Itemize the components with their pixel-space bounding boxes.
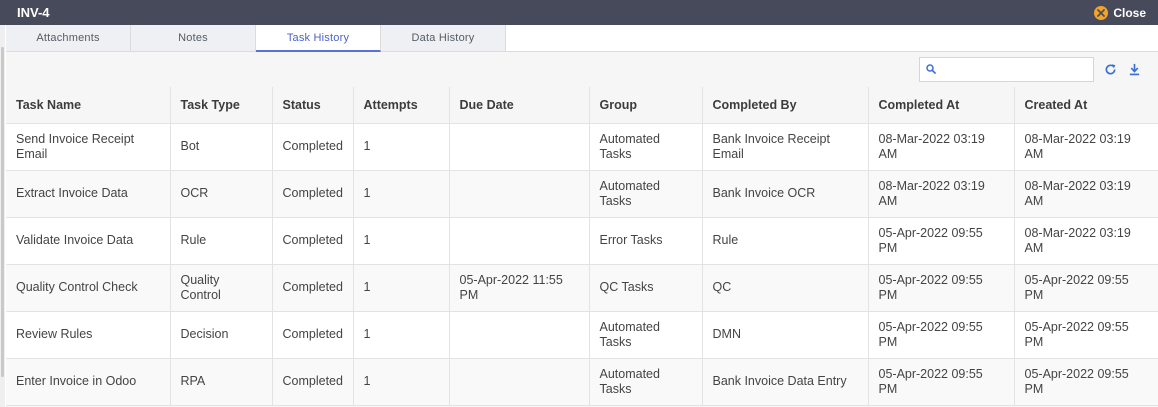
cell-created-at: 08-Mar-2022 03:19 AM [1014,217,1158,265]
cell-attempts: 1 [353,170,450,218]
cell-group: Automated Tasks [589,170,703,218]
column-header[interactable]: Task Name [6,87,171,124]
column-header[interactable]: Due Date [449,87,590,124]
cell-status: Completed [272,311,354,359]
cell-task-type: Quality Control [170,264,273,312]
cell-completed-by: Bank Invoice Receipt Email [702,123,869,171]
cell-attempts: 1 [353,311,450,359]
cell-status: Completed [272,264,354,312]
cell-due-date: 05-Apr-2022 11:55 PM [449,264,590,312]
column-header[interactable]: Completed At [868,87,1015,124]
column-header[interactable]: Group [589,87,703,124]
column-header[interactable]: Attempts [353,87,450,124]
cell-completed-by: Rule [702,217,869,265]
column-header[interactable]: Completed By [702,87,869,124]
cell-completed-at: 05-Apr-2022 09:55 PM [868,311,1015,359]
cell-completed-at: 08-Mar-2022 03:19 AM [868,123,1015,171]
cell-group: Error Tasks [589,217,703,265]
close-label: Close [1113,5,1146,20]
table-header-row: Task Name Task Type Status Attempts Due … [6,87,1158,124]
cell-due-date [449,358,590,406]
cell-completed-by: Bank Invoice Data Entry [702,358,869,406]
column-header[interactable]: Status [272,87,354,124]
tab-notes[interactable]: Notes [131,25,256,51]
cell-attempts: 1 [353,264,450,312]
table-row[interactable]: Enter Invoice in Odoo RPA Completed 1 Au… [6,358,1158,406]
tab-data-history[interactable]: Data History [381,25,506,51]
cell-attempts: 1 [353,217,450,265]
download-icon [1129,63,1139,76]
refresh-icon [1105,64,1116,75]
cell-due-date [449,311,590,359]
cell-task-name: Validate Invoice Data [6,217,171,265]
cell-completed-at: 08-Mar-2022 03:19 AM [868,170,1015,218]
cell-completed-by: QC [702,264,869,312]
search-input[interactable] [940,59,1090,80]
download-button[interactable] [1126,62,1142,78]
cell-group: Automated Tasks [589,311,703,359]
table-row[interactable]: Review Rules Decision Completed 1 Automa… [6,311,1158,359]
cell-attempts: 1 [353,123,450,171]
cell-task-type: Decision [170,311,273,359]
task-history-panel: Task Name Task Type Status Attempts Due … [6,52,1158,407]
cell-created-at: 08-Mar-2022 03:19 AM [1014,123,1158,171]
cell-task-name: Quality Control Check [6,264,171,312]
cell-status: Completed [272,170,354,218]
cell-task-type: OCR [170,170,273,218]
cell-created-at: 05-Apr-2022 09:55 PM [1014,264,1158,312]
close-button[interactable]: Close [1094,5,1158,20]
cell-group: Automated Tasks [589,123,703,171]
cell-created-at: 05-Apr-2022 09:55 PM [1014,311,1158,359]
tab-task-history[interactable]: Task History [256,25,381,52]
close-icon [1094,5,1109,20]
tab-attachments[interactable]: Attachments [6,25,131,51]
window-title: INV-4 [17,5,50,20]
cell-status: Completed [272,217,354,265]
cell-due-date [449,217,590,265]
cell-group: QC Tasks [589,264,703,312]
cell-task-name: Extract Invoice Data [6,170,171,218]
cell-due-date [449,170,590,218]
table-row[interactable]: Validate Invoice Data Rule Completed 1 E… [6,217,1158,265]
task-history-table: Task Name Task Type Status Attempts Due … [6,87,1158,406]
cell-task-name: Review Rules [6,311,171,359]
cell-attempts: 1 [353,358,450,406]
cell-completed-by: DMN [702,311,869,359]
column-header[interactable]: Created At [1014,87,1158,124]
table-row[interactable]: Quality Control Check Quality Control Co… [6,264,1158,312]
cell-status: Completed [272,123,354,171]
cell-task-type: Bot [170,123,273,171]
cell-completed-at: 05-Apr-2022 09:55 PM [868,358,1015,406]
column-header[interactable]: Task Type [170,87,273,124]
scrollbar-thumb[interactable] [1,47,4,377]
cell-task-type: Rule [170,217,273,265]
cell-task-type: RPA [170,358,273,406]
search-icon [926,61,936,79]
search-box [919,57,1094,82]
cell-due-date [449,123,590,171]
cell-created-at: 08-Mar-2022 03:19 AM [1014,170,1158,218]
tab-bar: Attachments Notes Task History Data Hist… [6,25,1158,52]
table-row[interactable]: Extract Invoice Data OCR Completed 1 Aut… [6,170,1158,218]
cell-completed-by: Bank Invoice OCR [702,170,869,218]
grid-toolbar [919,57,1142,82]
cell-task-name: Send Invoice Receipt Email [6,123,171,171]
cell-completed-at: 05-Apr-2022 09:55 PM [868,217,1015,265]
cell-created-at: 05-Apr-2022 09:55 PM [1014,358,1158,406]
cell-group: Automated Tasks [589,358,703,406]
cell-status: Completed [272,358,354,406]
refresh-button[interactable] [1102,62,1118,78]
window-titlebar: INV-4 Close [0,0,1158,25]
vertical-scrollbar[interactable] [0,25,5,407]
table-row[interactable]: Send Invoice Receipt Email Bot Completed… [6,123,1158,171]
cell-completed-at: 05-Apr-2022 09:55 PM [868,264,1015,312]
cell-task-name: Enter Invoice in Odoo [6,358,171,406]
